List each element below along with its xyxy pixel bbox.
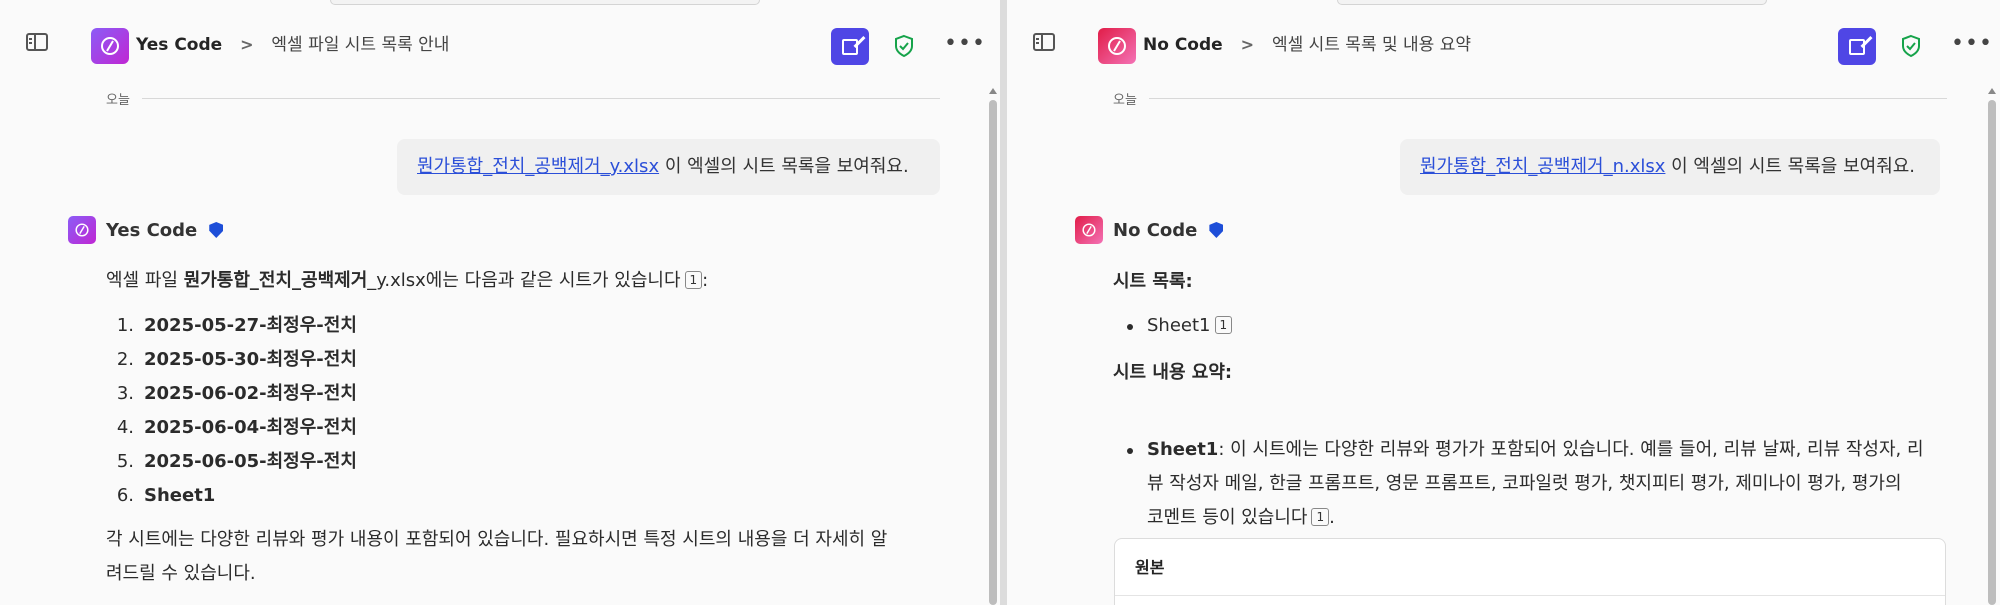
- app-logo-icon: [91, 28, 129, 64]
- verified-shield-icon: [209, 222, 224, 238]
- user-message: 뭔가통합_전치_공백제거_n.xlsx 이 엑셀의 시트 목록을 보여줘요.: [1400, 139, 1940, 195]
- citation-badge[interactable]: 1: [684, 271, 703, 289]
- sheet-list: 1. 2025-05-27-최정우-전치 2. 2025-05-30-최정우-전치 …: [110, 309, 357, 513]
- file-link[interactable]: 뭔가통합_전치_공백제거_y.xlsx: [417, 156, 659, 177]
- bot-intro: 엑셀 파일 뭔가통합_전치_공백제거_y.xlsx에는 다음과 같은 시트가 있…: [106, 264, 708, 298]
- file-name-bold: 뭔가통합_전치_공백제거: [183, 270, 368, 291]
- chevron-right-icon: >: [240, 35, 254, 54]
- scrollbar[interactable]: [988, 88, 998, 605]
- bot-message-header: Yes Code: [68, 216, 224, 244]
- sheet-name: 2025-06-02-최정우-전치: [144, 383, 357, 404]
- chat-title[interactable]: 엑셀 시트 목록 및 내용 요약: [1272, 35, 1471, 55]
- summary-line: : 이 시트에는 다양한 리뷰와 평가가 포함되어 있습니다. 예를 들어, 리…: [1218, 439, 1924, 460]
- user-message: 뭔가통합_전치_공백제거_y.xlsx 이 엑셀의 시트 목록을 보여줘요.: [397, 139, 940, 195]
- new-chat-button[interactable]: [831, 28, 869, 65]
- sheet-name: Sheet1: [144, 485, 216, 506]
- breadcrumb: Yes Code > 엑셀 파일 시트 목록 안내: [136, 34, 449, 56]
- list-number: 4.: [116, 417, 134, 438]
- scrollbar[interactable]: [1987, 88, 1997, 605]
- scroll-up-arrow-icon[interactable]: [1988, 88, 1996, 94]
- new-chat-button[interactable]: [1838, 28, 1876, 65]
- bot-message-header: No Code: [1075, 216, 1224, 244]
- chat-pane-left: Yes Code > 엑셀 파일 시트 목록 안내 ••• 오늘 뭔가통합_전치…: [0, 0, 1000, 605]
- list-item: 6. Sheet1: [110, 479, 357, 513]
- bot-name: Yes Code: [106, 219, 198, 241]
- divider: [141, 97, 940, 99]
- breadcrumb-app-name[interactable]: No Code: [1143, 35, 1223, 55]
- sheet-name: 2025-06-04-최정우-전치: [144, 417, 357, 438]
- list-number: 6.: [116, 485, 134, 506]
- list-item: Sheet1 1: [1113, 309, 2000, 343]
- citation-badge[interactable]: 1: [1311, 508, 1330, 526]
- summary-line: 뷰 작성자 메일, 한글 프롬프트, 영문 프롬프트, 코파일럿 평가, 챗지피…: [1147, 473, 1902, 494]
- closing-line: 려드릴 수 있습니다.: [106, 563, 256, 584]
- date-label: 오늘: [106, 92, 130, 108]
- scrollbar-thumb[interactable]: [1988, 100, 1996, 605]
- summary-heading: 시트 내용 요약:: [1113, 362, 1233, 383]
- date-separator: 오늘: [106, 88, 940, 108]
- sheet-name: Sheet1: [1147, 315, 1211, 336]
- sheet-name: 2025-06-05-최정우-전치: [144, 451, 357, 472]
- chevron-right-icon: >: [1240, 35, 1255, 54]
- more-horizontal-icon[interactable]: •••: [944, 33, 986, 55]
- bot-closing: 각 시트에는 다양한 리뷰와 평가 내용이 포함되어 있습니다. 필요하시면 특…: [106, 523, 887, 591]
- file-link[interactable]: 뭔가통합_전치_공백제거_n.xlsx: [1420, 156, 1665, 177]
- compose-icon: [842, 38, 858, 55]
- list-item: 3. 2025-06-02-최정우-전치: [110, 377, 357, 411]
- sidebar-toggle-icon[interactable]: [26, 33, 48, 51]
- intro-colon: :: [702, 270, 709, 291]
- shield-check-icon[interactable]: [893, 34, 915, 58]
- intro-text-tail: _y.xlsx에는 다음과 같은 시트가 있습니다: [367, 270, 681, 291]
- list-item: 5. 2025-06-05-최정우-전치: [110, 445, 357, 479]
- breadcrumb-app-name[interactable]: Yes Code: [136, 35, 222, 55]
- closing-line: 각 시트에는 다양한 리뷰와 평가 내용이 포함되어 있습니다. 필요하시면 특…: [106, 529, 888, 550]
- list-number: 1.: [116, 315, 134, 336]
- bot-name: No Code: [1113, 219, 1198, 241]
- scrollbar-thumb[interactable]: [989, 100, 997, 605]
- verified-shield-icon: [1209, 222, 1224, 238]
- user-message-text: 이 엑셀의 시트 목록을 보여줘요.: [1665, 156, 1916, 177]
- sidebar-toggle-icon[interactable]: [1033, 33, 1055, 51]
- citation-badge[interactable]: 1: [1214, 316, 1233, 334]
- bot-avatar: [1075, 216, 1103, 244]
- compose-icon: [1849, 38, 1865, 55]
- list-number: 5.: [116, 451, 134, 472]
- chat-header: No Code > 엑셀 시트 목록 및 내용 요약 •••: [1007, 0, 2000, 92]
- source-card-title: 원본: [1135, 558, 1165, 577]
- summary-period: .: [1329, 507, 1335, 528]
- list-item: 4. 2025-06-04-최정우-전치: [110, 411, 357, 445]
- split-view: Yes Code > 엑셀 파일 시트 목록 안내 ••• 오늘 뭔가통합_전치…: [0, 0, 2000, 605]
- shield-check-icon[interactable]: [1900, 34, 1922, 58]
- summary-sheet-label: Sheet1: [1147, 439, 1219, 460]
- divider: [1148, 97, 1947, 99]
- user-message-text: 이 엑셀의 시트 목록을 보여줘요.: [659, 156, 909, 177]
- chat-title[interactable]: 엑셀 파일 시트 목록 안내: [271, 35, 449, 55]
- chat-header: Yes Code > 엑셀 파일 시트 목록 안내 •••: [0, 0, 1000, 92]
- list-number: 3.: [116, 383, 134, 404]
- bot-avatar: [68, 216, 96, 244]
- pane-divider[interactable]: [1000, 0, 1007, 605]
- breadcrumb: No Code > 엑셀 시트 목록 및 내용 요약: [1143, 34, 1471, 56]
- sheet-name: 2025-05-27-최정우-전치: [144, 315, 357, 336]
- intro-text: 엑셀 파일: [106, 270, 184, 291]
- list-item: Sheet1: 이 시트에는 다양한 리뷰와 평가가 포함되어 있습니다. 예를…: [1113, 433, 2000, 535]
- app-logo-icon: [1098, 28, 1136, 64]
- source-card[interactable]: 원본: [1114, 538, 1946, 605]
- sheet-name: 2025-05-30-최정우-전치: [144, 349, 357, 370]
- divider: [1115, 595, 1945, 596]
- date-label: 오늘: [1113, 92, 1137, 108]
- list-item: 2. 2025-05-30-최정우-전치: [110, 343, 357, 377]
- list-item: 1. 2025-05-27-최정우-전치: [110, 309, 357, 343]
- scroll-up-arrow-icon[interactable]: [989, 88, 997, 94]
- sheet-list-heading: 시트 목록:: [1113, 271, 1193, 292]
- more-horizontal-icon[interactable]: •••: [1951, 33, 1993, 55]
- summary-line: 코멘트 등이 있습니다: [1147, 507, 1308, 528]
- list-number: 2.: [116, 349, 134, 370]
- date-separator: 오늘: [1113, 88, 1947, 108]
- chat-pane-right: No Code > 엑셀 시트 목록 및 내용 요약 ••• 오늘 뭔가통합_전…: [1007, 0, 2000, 605]
